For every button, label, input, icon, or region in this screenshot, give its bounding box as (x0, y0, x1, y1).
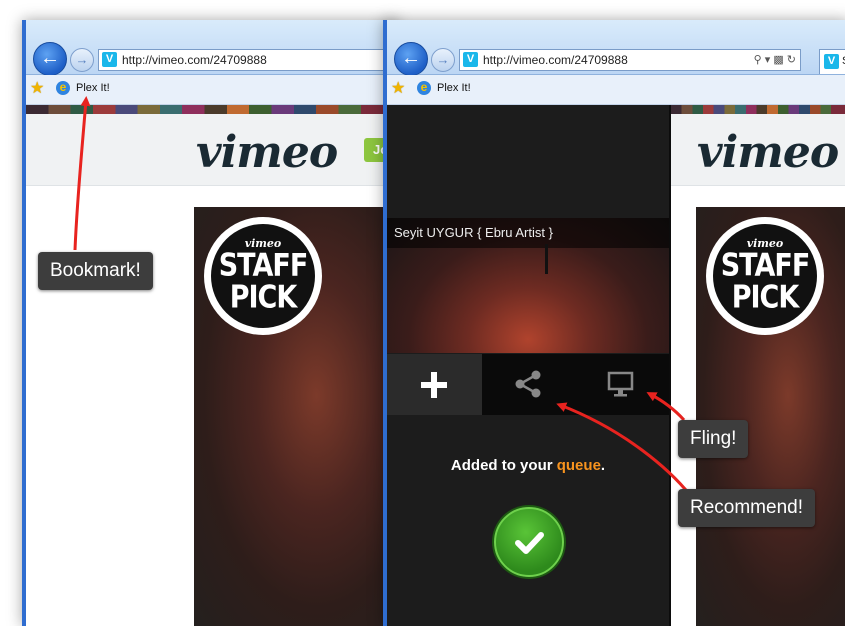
bookmark-annotation: Bookmark! (38, 252, 153, 290)
recommend-arrow (556, 402, 692, 496)
fling-arrow (646, 392, 686, 422)
annotation-arrows (73, 96, 692, 496)
bookmark-arrow (73, 96, 91, 251)
fling-annotation: Fling! (678, 420, 749, 458)
recommend-annotation: Recommend! (678, 489, 815, 527)
